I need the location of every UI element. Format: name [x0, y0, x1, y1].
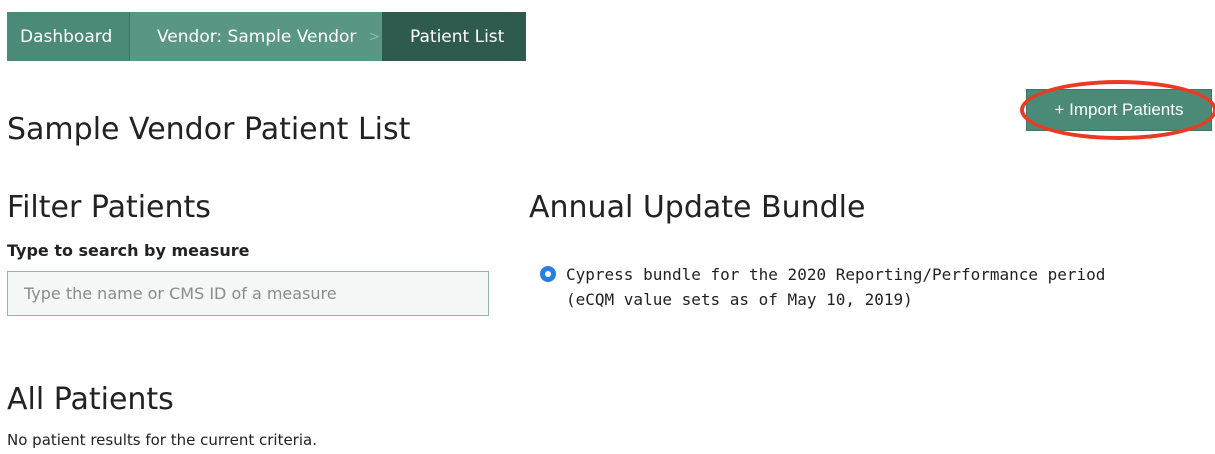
breadcrumb-dashboard-link[interactable]: Dashboard — [7, 12, 129, 61]
breadcrumb-current-label: Patient List — [410, 26, 505, 47]
breadcrumb-vendor-label: Vendor: Sample Vendor — [157, 26, 357, 47]
bundle-option-line-2: (eCQM value sets as of May 10, 2019) — [566, 290, 913, 309]
bundle-option-label: Cypress bundle for the 2020 Reporting/Pe… — [566, 262, 1105, 312]
breadcrumb-current-page: Patient List — [382, 12, 526, 61]
breadcrumb-vendor-link[interactable]: Vendor: Sample Vendor > — [130, 12, 382, 61]
bundle-option-line-1: Cypress bundle for the 2020 Reporting/Pe… — [566, 265, 1106, 284]
radio-selected-icon[interactable] — [540, 266, 556, 282]
radio-dot — [545, 271, 551, 277]
all-patients-heading: All Patients — [7, 382, 174, 417]
breadcrumb: Dashboard Vendor: Sample Vendor > Patien… — [7, 12, 526, 61]
measure-search-input[interactable] — [7, 271, 489, 316]
import-patients-button[interactable]: + Import Patients — [1026, 89, 1212, 131]
page-title: Sample Vendor Patient List — [7, 112, 411, 147]
no-results-message: No patient results for the current crite… — [7, 431, 317, 449]
breadcrumb-dashboard-label: Dashboard — [20, 26, 113, 47]
annual-update-bundle-heading: Annual Update Bundle — [529, 190, 866, 225]
search-label: Type to search by measure — [7, 241, 250, 260]
bundle-radio-option[interactable]: Cypress bundle for the 2020 Reporting/Pe… — [540, 262, 1105, 312]
filter-patients-heading: Filter Patients — [7, 190, 211, 225]
breadcrumb-separator-icon: > — [368, 28, 381, 45]
